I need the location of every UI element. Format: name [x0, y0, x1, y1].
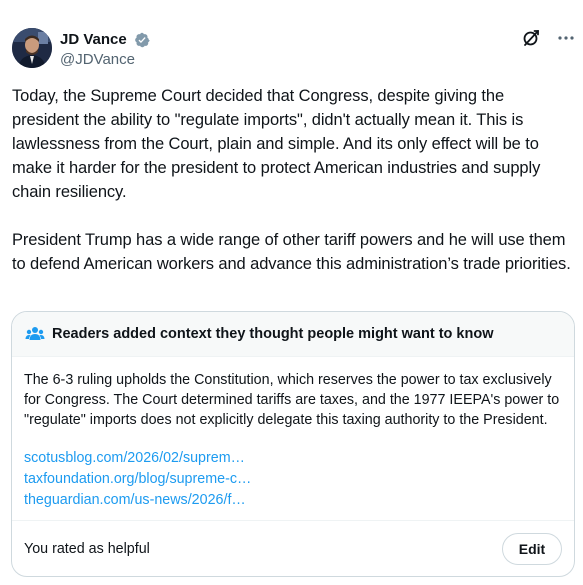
- verified-badge-icon[interactable]: [134, 32, 150, 48]
- community-note-body: The 6-3 ruling upholds the Constitution,…: [24, 372, 560, 428]
- note-link-taxfoundation[interactable]: taxfoundation.org/blog/supreme-c…: [24, 469, 564, 490]
- avatar[interactable]: [12, 28, 52, 68]
- more-options-icon[interactable]: [557, 29, 575, 47]
- tweet-paragraph-2: President Trump has a wide range of othe…: [12, 231, 571, 273]
- tweet-header: JD Vance @JDVance: [12, 28, 577, 72]
- grok-icon[interactable]: [521, 28, 541, 48]
- divider: [12, 520, 574, 521]
- community-note: Readers added context they thought peopl…: [11, 311, 575, 577]
- edit-rating-button[interactable]: Edit: [502, 533, 562, 565]
- top-actions: [521, 28, 577, 50]
- note-link-scotusblog[interactable]: scotusblog.com/2026/02/suprem…: [24, 448, 564, 469]
- community-note-header[interactable]: Readers added context they thought peopl…: [12, 312, 574, 357]
- author-handle[interactable]: @JDVance: [60, 50, 150, 70]
- tweet-paragraph-1: Today, the Supreme Court decided that Co…: [12, 87, 541, 201]
- note-link-theguardian[interactable]: theguardian.com/us-news/2026/f…: [24, 490, 564, 511]
- tweet-text: Today, the Supreme Court decided that Co…: [12, 84, 572, 276]
- tweet: JD Vance @JDVance Today, the Supreme Cou…: [0, 0, 583, 585]
- people-icon: [25, 324, 45, 344]
- display-name[interactable]: JD Vance: [60, 31, 127, 49]
- community-note-links: scotusblog.com/2026/02/suprem… taxfounda…: [24, 448, 564, 511]
- author-block: JD Vance @JDVance: [60, 31, 150, 70]
- rated-status: You rated as helpful: [24, 541, 150, 557]
- community-note-title: Readers added context they thought peopl…: [52, 326, 494, 342]
